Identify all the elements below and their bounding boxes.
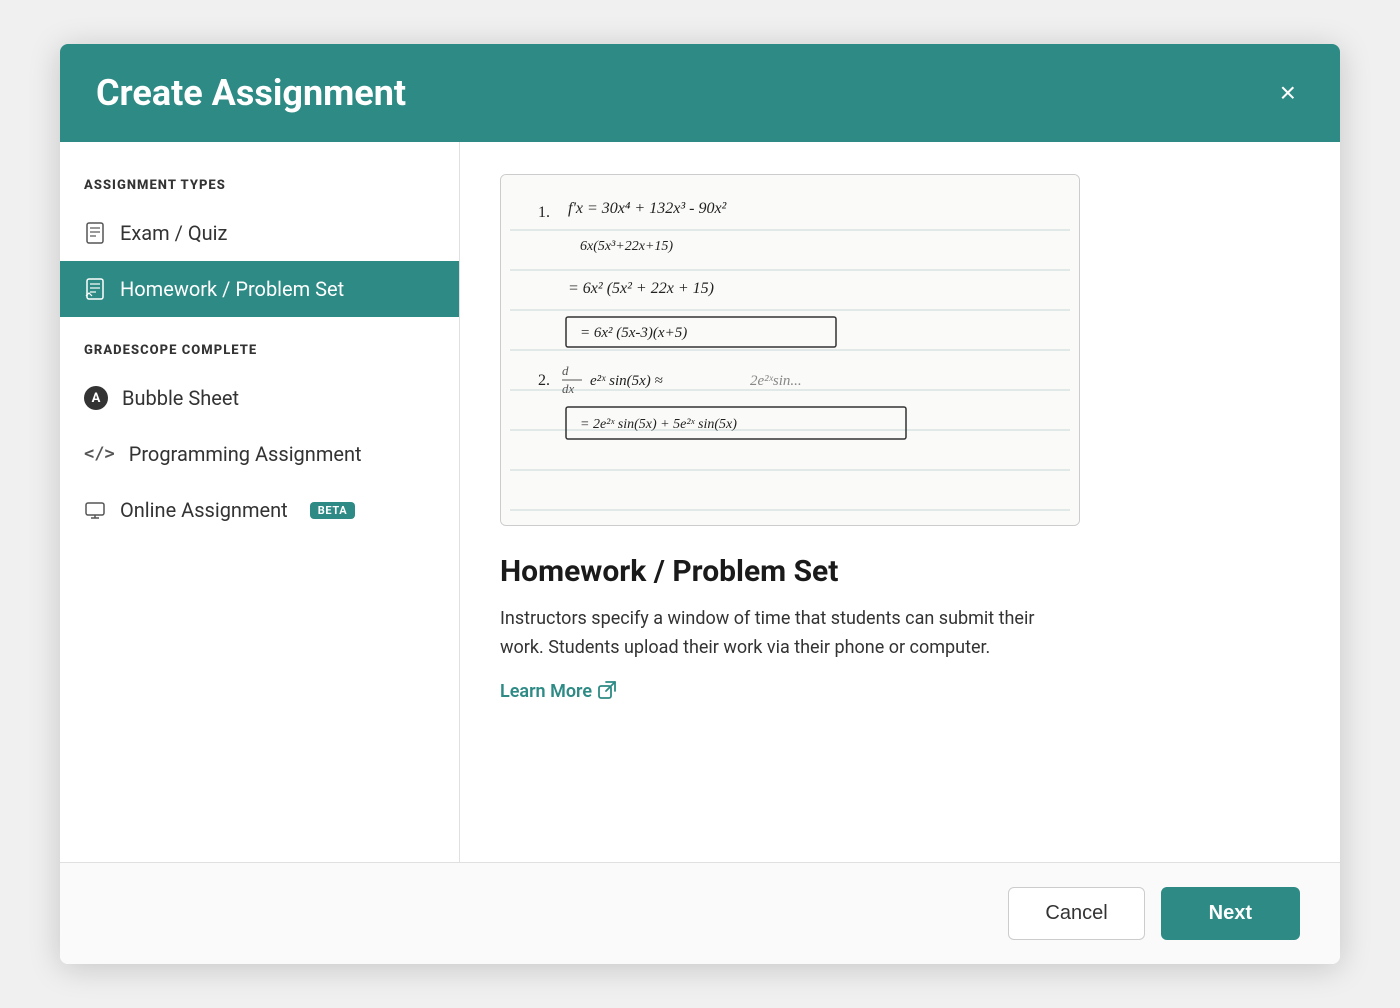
cancel-button[interactable]: Cancel bbox=[1008, 887, 1144, 940]
homework-preview-image: 1. f'x = 30x⁴ + 132x³ - 90x² 6x(5x³+22x+… bbox=[500, 174, 1080, 526]
close-button[interactable]: × bbox=[1272, 75, 1304, 111]
exam-quiz-icon bbox=[84, 222, 106, 244]
sidebar-item-exam-quiz[interactable]: Exam / Quiz bbox=[60, 205, 459, 261]
sidebar-item-online[interactable]: Online Assignment BETA bbox=[60, 482, 459, 538]
svg-text:2.: 2. bbox=[538, 372, 550, 389]
svg-text:= 6x² (5x-3)(x+5): = 6x² (5x-3)(x+5) bbox=[580, 325, 687, 341]
sidebar-item-programming[interactable]: </> Programming Assignment bbox=[60, 426, 459, 482]
svg-text:f'x = 30x⁴ + 132x³ - 90x²: f'x = 30x⁴ + 132x³ - 90x² bbox=[568, 200, 728, 217]
learn-more-label: Learn More bbox=[500, 681, 592, 702]
svg-text:= 6x² (5x² + 22x + 15): = 6x² (5x² + 22x + 15) bbox=[568, 280, 714, 297]
sidebar: ASSIGNMENT TYPES Exam / Quiz bbox=[60, 142, 460, 862]
svg-text:d: d bbox=[562, 363, 569, 378]
svg-text:6x(5x³+22x+15): 6x(5x³+22x+15) bbox=[580, 239, 673, 254]
svg-text:2e²ˣsin...: 2e²ˣsin... bbox=[750, 373, 802, 389]
modal-header: Create Assignment × bbox=[60, 44, 1340, 142]
learn-more-link[interactable]: Learn More bbox=[500, 681, 616, 703]
next-button[interactable]: Next bbox=[1161, 887, 1300, 940]
svg-text:= 2e²ˣ sin(5x) + 5e²ˣ sin(5x): = 2e²ˣ sin(5x) + 5e²ˣ sin(5x) bbox=[580, 417, 737, 432]
programming-label: Programming Assignment bbox=[129, 442, 362, 466]
sidebar-item-bubble-sheet[interactable]: A Bubble Sheet bbox=[60, 370, 459, 426]
online-label: Online Assignment bbox=[120, 498, 288, 522]
bubble-sheet-label: Bubble Sheet bbox=[122, 386, 239, 410]
content-title: Homework / Problem Set bbox=[500, 554, 1300, 589]
modal-title: Create Assignment bbox=[96, 72, 406, 114]
svg-text:e²ˣ sin(5x) ≈: e²ˣ sin(5x) ≈ bbox=[590, 373, 663, 389]
content-desc-line1: Instructors specify a window of time tha… bbox=[500, 608, 1034, 629]
sidebar-item-homework[interactable]: Homework / Problem Set bbox=[60, 261, 459, 317]
programming-icon: </> bbox=[84, 444, 115, 464]
content-desc-line2: work. Students upload their work via the… bbox=[500, 637, 990, 658]
beta-badge: BETA bbox=[310, 502, 356, 519]
create-assignment-modal: Create Assignment × ASSIGNMENT TYPES Exa… bbox=[60, 44, 1340, 964]
bubble-sheet-icon: A bbox=[84, 386, 108, 410]
content-area: 1. f'x = 30x⁴ + 132x³ - 90x² 6x(5x³+22x+… bbox=[460, 142, 1340, 862]
online-icon bbox=[84, 499, 106, 521]
svg-text:1.: 1. bbox=[538, 204, 550, 221]
svg-text:dx: dx bbox=[562, 381, 575, 396]
modal-body: ASSIGNMENT TYPES Exam / Quiz bbox=[60, 142, 1340, 862]
modal-footer: Cancel Next bbox=[60, 862, 1340, 964]
gradescope-complete-label: GRADESCOPE COMPLETE bbox=[60, 343, 459, 370]
assignment-types-label: ASSIGNMENT TYPES bbox=[60, 178, 459, 205]
external-link-icon bbox=[598, 681, 616, 703]
exam-quiz-label: Exam / Quiz bbox=[120, 221, 227, 245]
homework-icon bbox=[84, 278, 106, 300]
homework-label: Homework / Problem Set bbox=[120, 277, 344, 301]
content-description: Instructors specify a window of time tha… bbox=[500, 605, 1060, 663]
